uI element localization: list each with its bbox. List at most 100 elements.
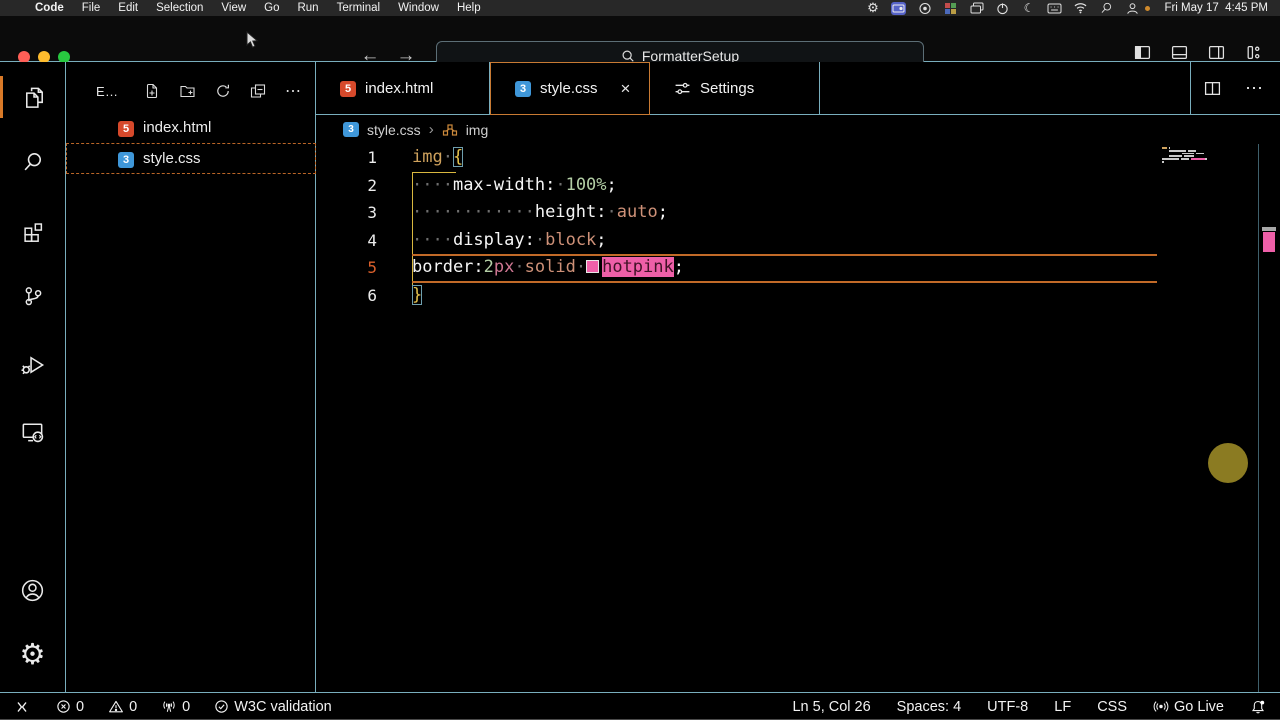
activity-extensions[interactable]	[0, 210, 65, 252]
status-encoding[interactable]: UTF-8	[987, 699, 1028, 715]
menu-item-edit[interactable]: Edit	[109, 2, 147, 14]
token-unit: px	[493, 257, 515, 277]
menu-item-go[interactable]: Go	[255, 2, 288, 14]
customize-layout-icon[interactable]	[1245, 44, 1262, 61]
status-eol[interactable]: LF	[1054, 699, 1071, 715]
status-label: CSS	[1097, 698, 1128, 715]
explorer-title: E…	[96, 83, 119, 99]
screen-record-icon[interactable]	[917, 2, 932, 15]
file-label: style.css	[143, 150, 201, 167]
overview-ruler-selection-mark	[1263, 232, 1275, 252]
activity-live-preview[interactable]	[0, 410, 65, 452]
css-file-icon: 3	[343, 122, 359, 137]
activity-account[interactable]	[0, 569, 65, 611]
tab-settings[interactable]: Settings	[650, 62, 820, 115]
minimap-token	[1168, 155, 1181, 158]
html-badge: 5	[340, 80, 356, 97]
line-number: 6	[367, 285, 377, 305]
token-punct: :	[524, 229, 535, 250]
more-actions-icon[interactable]: ⋯	[1245, 78, 1264, 99]
split-editor-icon[interactable]	[1204, 80, 1221, 97]
status-warnings[interactable]: 0	[108, 699, 137, 715]
menu-item-terminal[interactable]: Terminal	[328, 2, 389, 14]
color-swatch[interactable]	[586, 260, 600, 273]
wifi-icon[interactable]	[1073, 2, 1088, 15]
menu-item-help[interactable]: Help	[448, 2, 490, 14]
editor-group: ⋯ 5 index.html 3 style.css × Settings 3 style…	[316, 62, 1280, 692]
status-cursor-position[interactable]: Ln 5, Col 26	[792, 699, 870, 715]
new-folder-icon[interactable]	[179, 83, 196, 99]
token-punct: :	[473, 257, 484, 277]
windows-icon[interactable]	[969, 2, 984, 15]
status-errors[interactable]: 0	[56, 699, 84, 715]
toggle-secondary-sidebar-icon[interactable]	[1208, 44, 1225, 61]
menu-clock[interactable]: Fri May 17 4:45 PM	[1164, 2, 1268, 14]
token-punct: ;	[606, 174, 617, 195]
collapse-all-icon[interactable]	[250, 83, 266, 99]
token-prop: border	[412, 257, 474, 277]
breadcrumb: 3 style.css › img	[316, 115, 1280, 144]
line-number: 4	[367, 230, 377, 250]
line-number: 2	[367, 175, 377, 195]
token-ws: ·	[534, 229, 546, 250]
menu-item-run[interactable]: Run	[288, 2, 327, 14]
minimap-token	[1192, 155, 1195, 158]
activity-explorer[interactable]	[0, 76, 65, 118]
minimap[interactable]	[1162, 147, 1252, 171]
explorer-sidebar: E… ⋯ 5 index.html 3 style.css	[66, 62, 316, 692]
activity-source-control[interactable]	[0, 275, 65, 317]
status-notifications[interactable]	[1250, 699, 1266, 715]
line-number: 3	[367, 203, 377, 222]
menu-item-file[interactable]: File	[73, 2, 110, 14]
status-w3c-validation[interactable]: W3C validation	[214, 699, 332, 715]
file-item-index-html[interactable]: 5 index.html	[66, 112, 316, 143]
app-grid-icon[interactable]	[943, 2, 958, 15]
activity-bar: ⚙	[0, 62, 66, 692]
status-language-mode[interactable]: CSS	[1097, 699, 1127, 715]
token-ws: ·	[575, 257, 587, 277]
tab-actions-separator	[1190, 62, 1191, 114]
gear-icon[interactable]: ⚙	[865, 0, 880, 15]
close-tab-icon[interactable]: ×	[621, 79, 631, 99]
activity-run-debug[interactable]	[0, 343, 65, 385]
code-editor[interactable]: 1 img·{2 ····max-width:·100%; 3 ············…	[316, 144, 1280, 692]
file-item-style-css[interactable]: 3 style.css	[66, 143, 316, 174]
token-hotpink-highlight: hotpink	[602, 257, 674, 277]
breadcrumb-file[interactable]: style.css	[367, 122, 421, 138]
user-icon[interactable]	[1125, 2, 1140, 15]
screen-mirroring-icon[interactable]	[891, 1, 907, 15]
toggle-panel-icon[interactable]	[1171, 44, 1188, 61]
status-remote[interactable]	[14, 699, 30, 715]
minimap-token	[1180, 158, 1190, 161]
token-num: 2	[483, 257, 494, 277]
search-icon[interactable]	[1099, 2, 1114, 15]
breadcrumb-symbol[interactable]: img	[466, 122, 489, 138]
bell-icon	[1250, 699, 1266, 715]
keyboard-icon[interactable]	[1047, 2, 1062, 15]
menu-item-window[interactable]: Window	[389, 2, 448, 14]
status-label: W3C validation	[234, 698, 332, 715]
activity-search[interactable]	[0, 141, 65, 183]
refresh-icon[interactable]	[215, 83, 231, 99]
tab-style-css[interactable]: 3 style.css ×	[490, 62, 650, 115]
new-file-icon[interactable]	[144, 83, 160, 99]
toggle-sidebar-icon[interactable]	[1134, 44, 1151, 61]
menu-item-selection[interactable]: Selection	[147, 2, 212, 14]
activity-settings[interactable]: ⚙	[0, 634, 65, 676]
minimap-token	[1175, 158, 1179, 161]
status-ports[interactable]: 0	[161, 699, 190, 715]
moon-icon[interactable]: ☾	[1021, 1, 1036, 15]
menu-item-code[interactable]: Code	[26, 2, 73, 14]
tab-label: Settings	[700, 80, 755, 97]
power-icon[interactable]	[995, 2, 1010, 15]
status-go-live[interactable]: Go Live	[1153, 699, 1224, 715]
more-icon[interactable]: ⋯	[285, 81, 302, 101]
status-indentation[interactable]: Spaces: 4	[897, 699, 962, 715]
token-punct: :	[596, 202, 607, 222]
code-line-4: ····display:·block;	[412, 227, 607, 255]
title-bar: ← → FormatterSetup	[0, 16, 1280, 71]
token-num: 100%	[565, 174, 607, 195]
tab-index-html[interactable]: 5 index.html	[316, 62, 490, 115]
minimap-token	[1168, 149, 1185, 152]
menu-item-view[interactable]: View	[212, 2, 255, 14]
